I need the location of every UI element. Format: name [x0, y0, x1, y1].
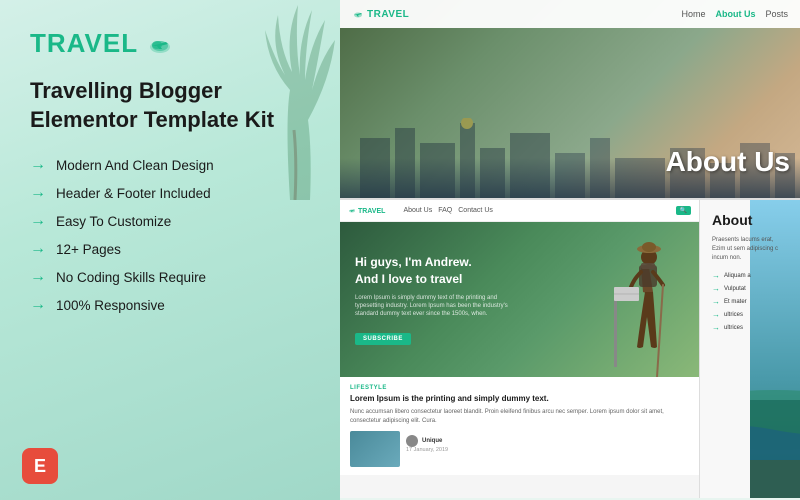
- blog-description: Nunc accumsan libero consectetur laoreet…: [350, 408, 689, 425]
- about-us-title: About Us: [666, 146, 790, 178]
- feature-item-6: → 100% Responsive: [30, 296, 310, 314]
- about-bullet-2: →: [712, 284, 720, 293]
- about-list-item-3: → Et mater: [712, 297, 788, 306]
- blog-title: Lorem Ipsum is the printing and simply d…: [350, 394, 689, 404]
- about-bullet-3: →: [712, 297, 720, 306]
- hero-subtext: Lorem Ipsum is simply dummy text of the …: [355, 294, 515, 319]
- feature-item-3: → Easy To Customize: [30, 212, 310, 230]
- nav-logo: TRAVEL: [352, 9, 409, 20]
- blog-section: LIFESTYLE Lorem Ipsum is the printing an…: [340, 377, 699, 475]
- subscribe-button[interactable]: SUBSCRIBE: [355, 333, 411, 345]
- about-list-item-5: → ultrices: [712, 323, 788, 332]
- mini-link-faq[interactable]: FAQ: [438, 207, 452, 214]
- mini-link-contact[interactable]: Contact Us: [458, 207, 493, 214]
- elementor-badge: E: [22, 448, 58, 484]
- about-bullet-1: →: [712, 271, 720, 280]
- mini-nav-logo: TRAVEL: [348, 207, 385, 215]
- about-list-item-2: → Vulputat: [712, 284, 788, 293]
- about-list: → Aliquam a → Vulputat → Et mater → ultr…: [712, 271, 788, 332]
- mini-nav-links: About Us FAQ Contact Us: [403, 207, 492, 214]
- mini-link-about[interactable]: About Us: [403, 207, 432, 214]
- author-name: Unique: [422, 438, 442, 444]
- main-title: Travelling Blogger Elementor Template Ki…: [30, 77, 310, 134]
- feature-item-2: → Header & Footer Included: [30, 184, 310, 202]
- author-avatar: [406, 435, 418, 447]
- about-list-item-4: → ultrices: [712, 310, 788, 319]
- nav-link-home[interactable]: Home: [681, 9, 705, 19]
- about-bullet-5: →: [712, 323, 720, 332]
- blog-bottom-row: Unique 17 January, 2019: [350, 431, 689, 467]
- logo-text: TRAVEL: [30, 28, 138, 59]
- blog-author-row: Unique: [406, 435, 448, 447]
- top-preview: TRAVEL Home About Us Posts: [340, 0, 800, 200]
- feature-item-4: → 12+ Pages: [30, 240, 310, 258]
- about-bullet-4: →: [712, 310, 720, 319]
- about-preview-text: Praesents lacums erat, Ezim ut sem adipi…: [712, 236, 788, 263]
- arrow-icon-3: →: [30, 212, 46, 230]
- plane-cloud-icon: [146, 30, 174, 58]
- nav-link-posts[interactable]: Posts: [765, 9, 788, 19]
- blog-author-info: Unique 17 January, 2019: [406, 431, 448, 453]
- hero-heading: Hi guys, I'm Andrew. And I love to trave…: [355, 254, 515, 288]
- arrow-icon-4: →: [30, 240, 46, 258]
- about-list-item-1: → Aliquam a: [712, 271, 788, 280]
- arrow-icon-2: →: [30, 184, 46, 202]
- mini-nav: TRAVEL About Us FAQ Contact Us 🔍: [340, 200, 699, 222]
- publish-date: 17 January, 2019: [406, 447, 448, 453]
- nav-link-about[interactable]: About Us: [715, 9, 755, 19]
- hero-text-block: Hi guys, I'm Andrew. And I love to trave…: [355, 254, 515, 345]
- elementor-badge-label: E: [34, 456, 46, 477]
- feature-list: → Modern And Clean Design → Header & Foo…: [30, 156, 310, 314]
- feature-item-1: → Modern And Clean Design: [30, 156, 310, 174]
- blog-category: LIFESTYLE: [350, 385, 689, 391]
- bottom-preview: TRAVEL About Us FAQ Contact Us 🔍 Hi guys…: [340, 200, 800, 498]
- arrow-icon-6: →: [30, 296, 46, 314]
- bottom-right-preview: About Praesents lacums erat, Ezim ut sem…: [700, 200, 800, 498]
- left-panel: TRAVEL Travelling Blogger Elementor Temp…: [0, 0, 340, 500]
- right-panel: TRAVEL Home About Us Posts: [340, 0, 800, 500]
- bottom-left-preview: TRAVEL About Us FAQ Contact Us 🔍 Hi guys…: [340, 200, 700, 498]
- blog-thumbnail: [350, 431, 400, 467]
- logo-row: TRAVEL: [30, 28, 310, 59]
- top-nav: TRAVEL Home About Us Posts: [340, 0, 800, 28]
- hero-section: Hi guys, I'm Andrew. And I love to trave…: [340, 222, 699, 377]
- arrow-icon-5: →: [30, 268, 46, 286]
- mini-search-button[interactable]: 🔍: [676, 206, 691, 215]
- about-preview-title: About: [712, 212, 788, 228]
- top-nav-links: Home About Us Posts: [681, 9, 788, 19]
- about-preview-inner: About Praesents lacums erat, Ezim ut sem…: [700, 200, 800, 344]
- feature-item-5: → No Coding Skills Require: [30, 268, 310, 286]
- arrow-icon-1: →: [30, 156, 46, 174]
